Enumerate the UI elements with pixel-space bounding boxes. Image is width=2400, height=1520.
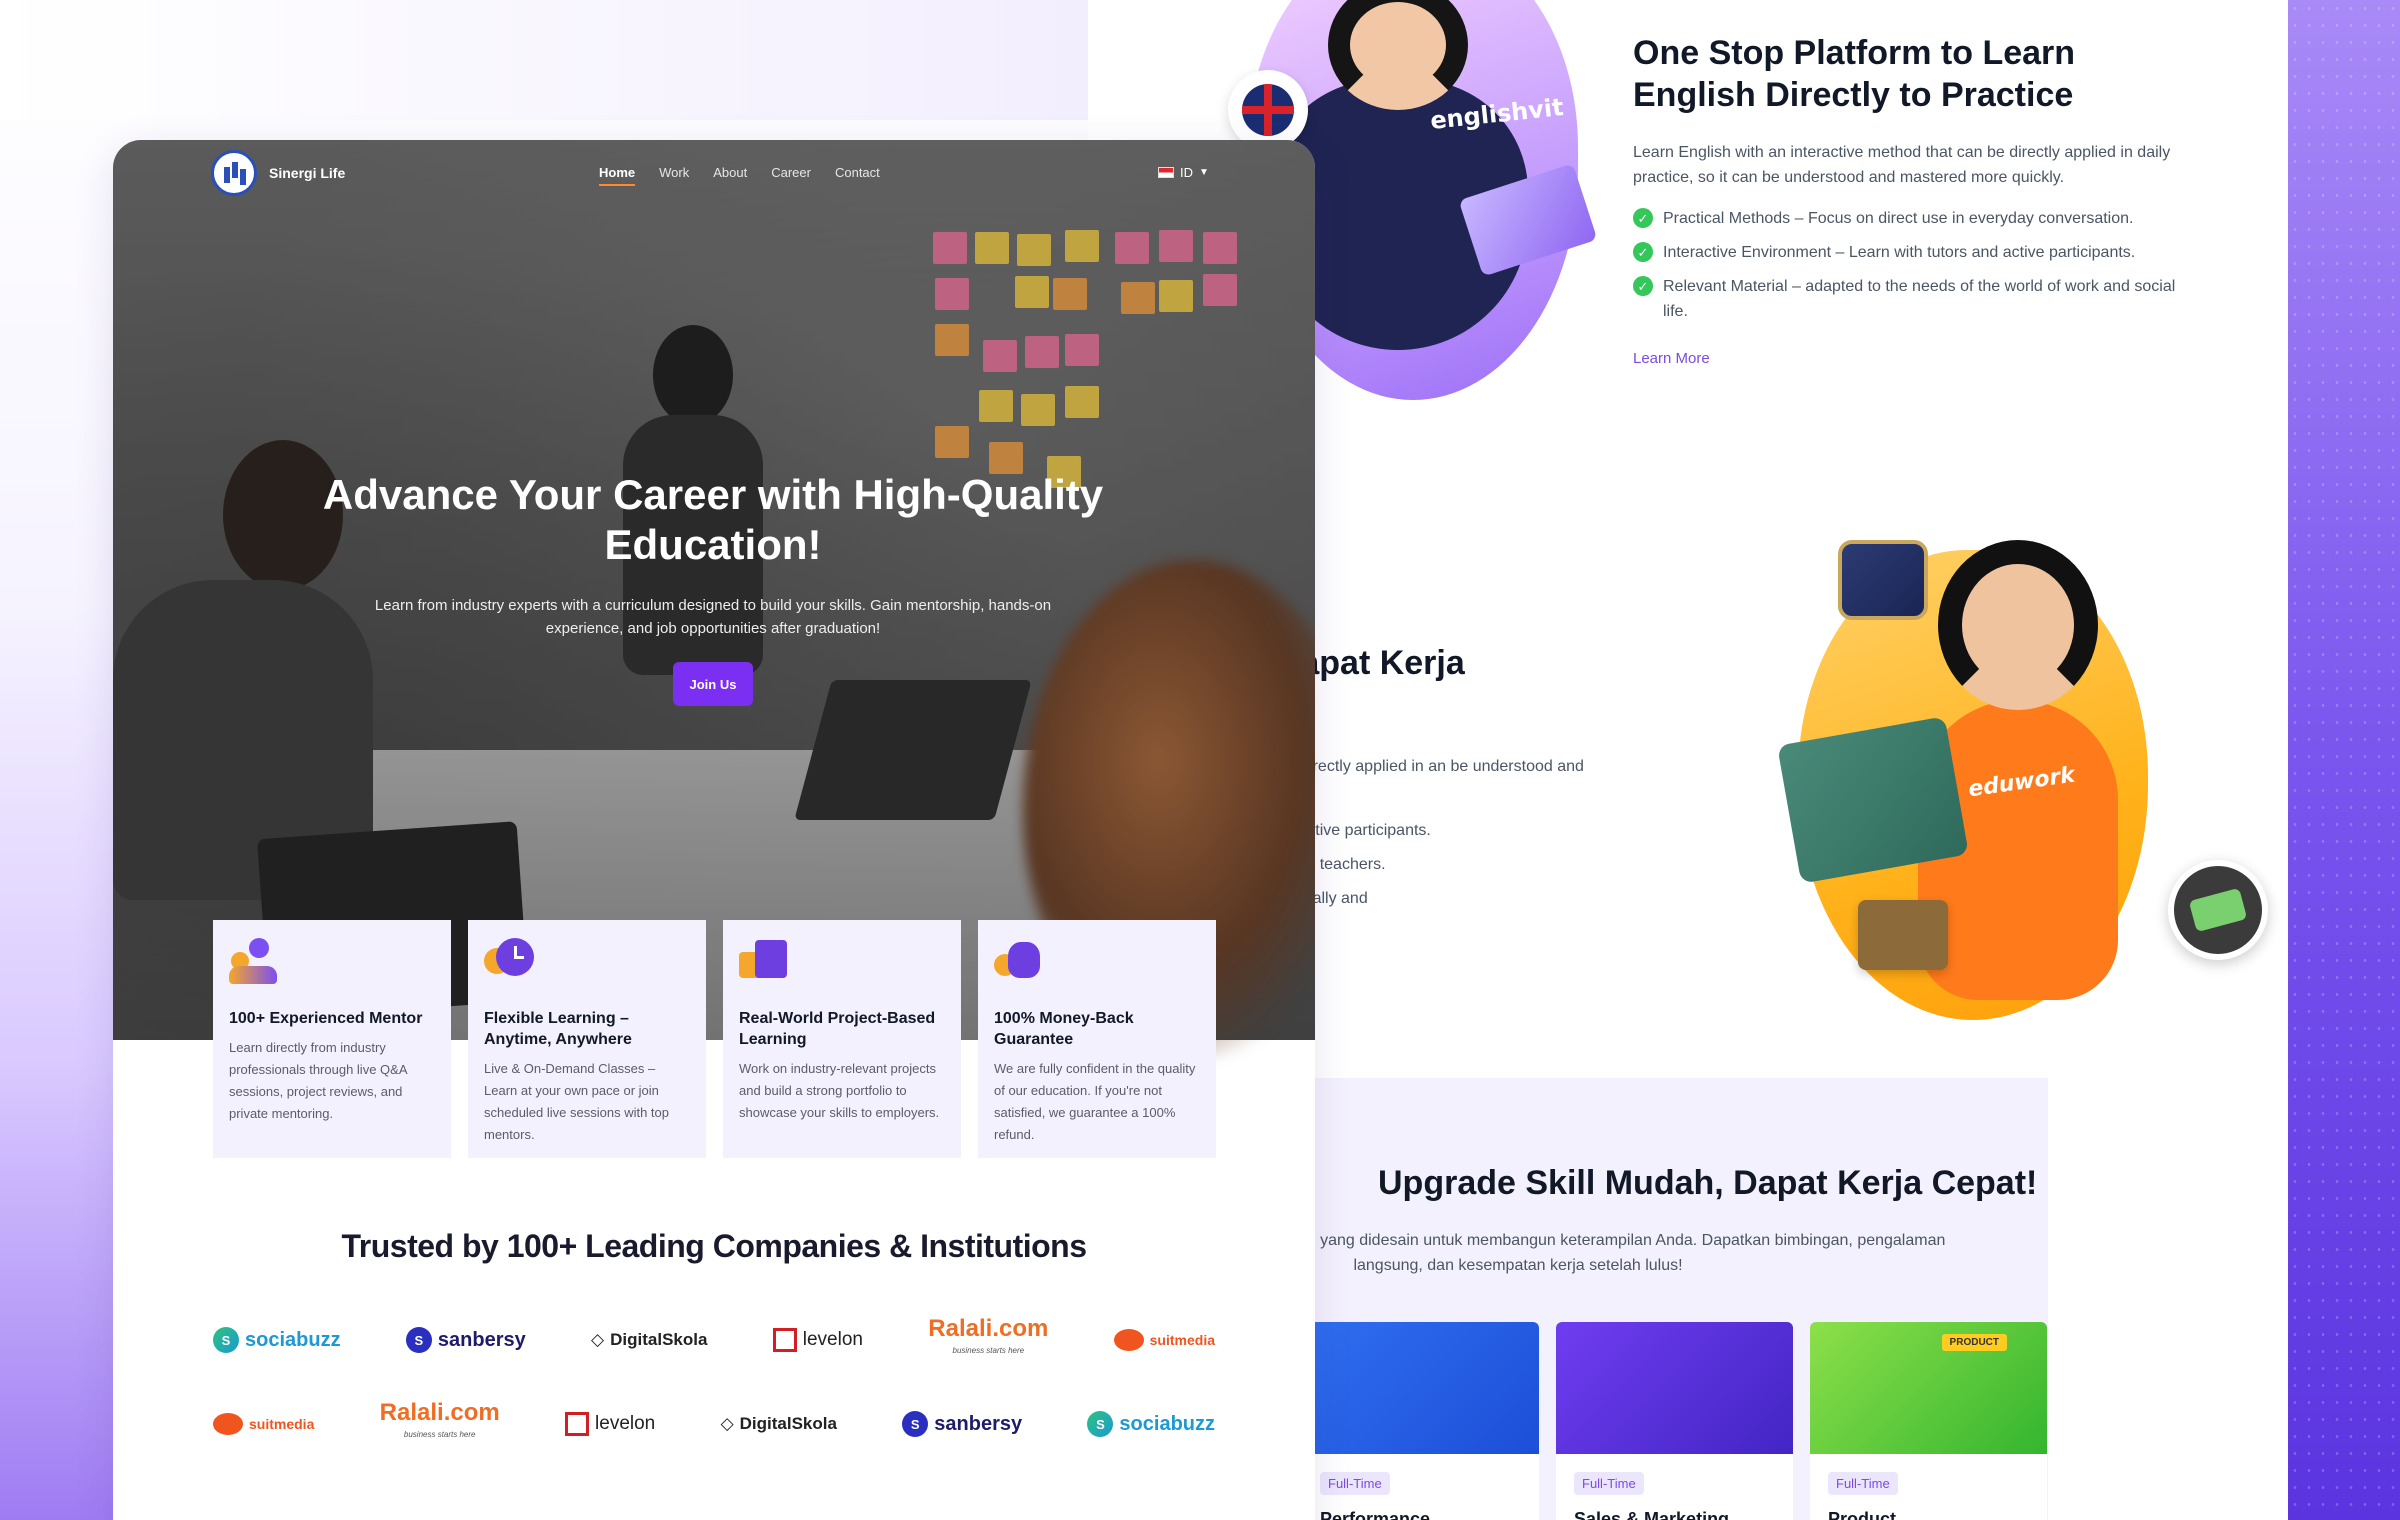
feature-card: 100+ Experienced Mentor Learn directly f… [213, 920, 451, 1158]
english-section-title: One Stop Platform to Learn English Direc… [1633, 34, 2076, 114]
feature-title: Real-World Project-Based Learning [739, 1010, 936, 1048]
uk-flag-icon [1228, 70, 1308, 150]
nav-about[interactable]: About [713, 165, 747, 186]
brand-name: Sinergi Life [269, 165, 346, 181]
job-tag: Full-Time [1828, 1472, 1898, 1495]
job-tag: Full-Time [1320, 1472, 1390, 1495]
partner-logos-row: S sociabuzz S sanbersy ◇ DigitalSkola le… [213, 1315, 1215, 1362]
feature-desc: Learn directly from industry professiona… [229, 1040, 407, 1121]
indonesia-flag-icon [1158, 167, 1174, 178]
eduwork-shirt-text: eduwork [1966, 762, 2077, 803]
feature-desc: We are fully confident in the quality of… [994, 1061, 1196, 1142]
join-us-button[interactable]: Join Us [673, 662, 753, 706]
ralali-logo: Ralali.com business starts here [379, 1399, 500, 1440]
job-tag: Full-Time [1574, 1472, 1644, 1495]
digitalskola-logo: ◇ DigitalSkola [591, 1330, 708, 1349]
project-icon [739, 936, 791, 984]
left-background-top [0, 0, 1090, 120]
nav-links: Home Work About Career Contact [599, 165, 880, 186]
hero-subtitle: Learn from industry experts with a curri… [374, 597, 1052, 637]
sanbersy-icon: S [902, 1411, 929, 1437]
levelon-icon [772, 1328, 797, 1352]
digitalskola-icon: ◇ [720, 1414, 734, 1433]
product-badge: PRODUCT [1941, 1334, 2007, 1351]
briefcase-icon [1838, 540, 1928, 620]
feature-desc: Live & On-Demand Classes – Learn at your… [484, 1061, 669, 1142]
english-section-desc: Learn English with an interactive method… [1633, 144, 2171, 186]
sanbersy-logo: S sanbersy [405, 1327, 526, 1353]
laptop-icon [1777, 716, 1969, 884]
job-card[interactable]: Full-Time Performance [1302, 1322, 1539, 1520]
navbar: Sinergi Life Home Work About Career Cont… [113, 140, 1315, 210]
ralali-logo: Ralali.com business starts here [928, 1315, 1049, 1356]
moneybag-icon [994, 936, 1046, 984]
check-icon: ✓ [1633, 242, 1653, 262]
job-title: Performance [1320, 1509, 1431, 1520]
feature-title: 100% Money-Back Guarantee [994, 1010, 1134, 1048]
upgrade-title: Upgrade Skill Mudah, Dapat Kerja Cepat! [1378, 1164, 2038, 1202]
mentor-icon [229, 936, 281, 984]
job-card[interactable]: PRODUCT Full-Time Product [1810, 1322, 2047, 1520]
levelon-icon [565, 1412, 590, 1436]
feature-card: 100% Money-Back Guarantee We are fully c… [978, 920, 1216, 1158]
digitalskola-logo: ◇ DigitalSkola [720, 1414, 837, 1433]
sociabuzz-logo: S sociabuzz [1087, 1411, 1215, 1437]
suitmedia-icon [213, 1413, 243, 1435]
nav-career[interactable]: Career [771, 165, 811, 186]
job-thumbnail: PRODUCT [1810, 1322, 2047, 1454]
levelon-logo: levelon [565, 1412, 655, 1436]
job-card[interactable]: Full-Time Sales & Marketing [1556, 1322, 1793, 1520]
check-icon: ✓ [1633, 276, 1653, 296]
sociabuzz-logo: S sociabuzz [213, 1327, 341, 1353]
check-icon: ✓ [1633, 208, 1653, 228]
check-item: ✓ Interactive Environment – Learn with t… [1633, 240, 2193, 265]
clock-icon [484, 936, 536, 984]
english-check-list: ✓ Practical Methods – Focus on direct us… [1633, 206, 2193, 333]
feature-card: Real-World Project-Based Learning Work o… [723, 920, 961, 1158]
nav-home[interactable]: Home [599, 165, 636, 186]
sociabuzz-icon: S [213, 1327, 239, 1353]
chart-icon [1858, 900, 1948, 970]
hero-title: Advance Your Career with High-Quality Ed… [322, 471, 1104, 568]
nav-work[interactable]: Work [659, 165, 689, 186]
eduwork-illustration: eduwork [1777, 520, 2268, 1020]
trusted-title: Trusted by 100+ Leading Companies & Inst… [341, 1228, 1087, 1264]
suitmedia-logo: suitmedia [1113, 1329, 1215, 1351]
sanbersy-logo: S sanbersy [902, 1411, 1022, 1437]
job-title: Product [1828, 1509, 1897, 1520]
suitmedia-icon [1113, 1329, 1144, 1351]
feature-cards: 100+ Experienced Mentor Learn directly f… [213, 920, 1216, 1158]
learn-more-link[interactable]: Learn More [1633, 350, 1710, 367]
hero-section: Sinergi Life Home Work About Career Cont… [113, 140, 1315, 1060]
job-thumbnail [1302, 1322, 1539, 1454]
sociabuzz-icon: S [1087, 1411, 1114, 1437]
check-item: ✓ Practical Methods – Focus on direct us… [1633, 206, 2193, 231]
logo-icon [211, 150, 257, 196]
job-thumbnail [1556, 1322, 1793, 1454]
feature-card: Flexible Learning – Anytime, Anywhere Li… [468, 920, 706, 1158]
digitalskola-icon: ◇ [591, 1330, 605, 1349]
feature-desc: Work on industry-relevant projects and b… [739, 1061, 940, 1120]
nav-contact[interactable]: Contact [835, 165, 880, 186]
right-purple-strip [2288, 0, 2400, 1520]
language-code: ID [1180, 165, 1193, 180]
job-title: Sales & Marketing [1574, 1509, 1730, 1520]
chevron-down-icon: ▼ [1199, 167, 1209, 178]
check-item: ✓ Relevant Material – adapted to the nee… [1633, 274, 2193, 324]
feature-title: Flexible Learning – Anytime, Anywhere [484, 1010, 632, 1048]
brand-logo[interactable]: Sinergi Life [211, 150, 345, 196]
language-selector[interactable]: ID ▼ [1158, 165, 1209, 180]
sanbersy-icon: S [405, 1327, 432, 1353]
feature-title: 100+ Experienced Mentor [229, 1010, 423, 1027]
partner-logos-row: suitmedia Ralali.com business starts her… [213, 1399, 1215, 1446]
main-page-preview: Sinergi Life Home Work About Career Cont… [113, 140, 1315, 1520]
levelon-logo: levelon [772, 1328, 863, 1352]
suitmedia-logo: suitmedia [213, 1413, 314, 1435]
money-icon [2168, 860, 2268, 960]
